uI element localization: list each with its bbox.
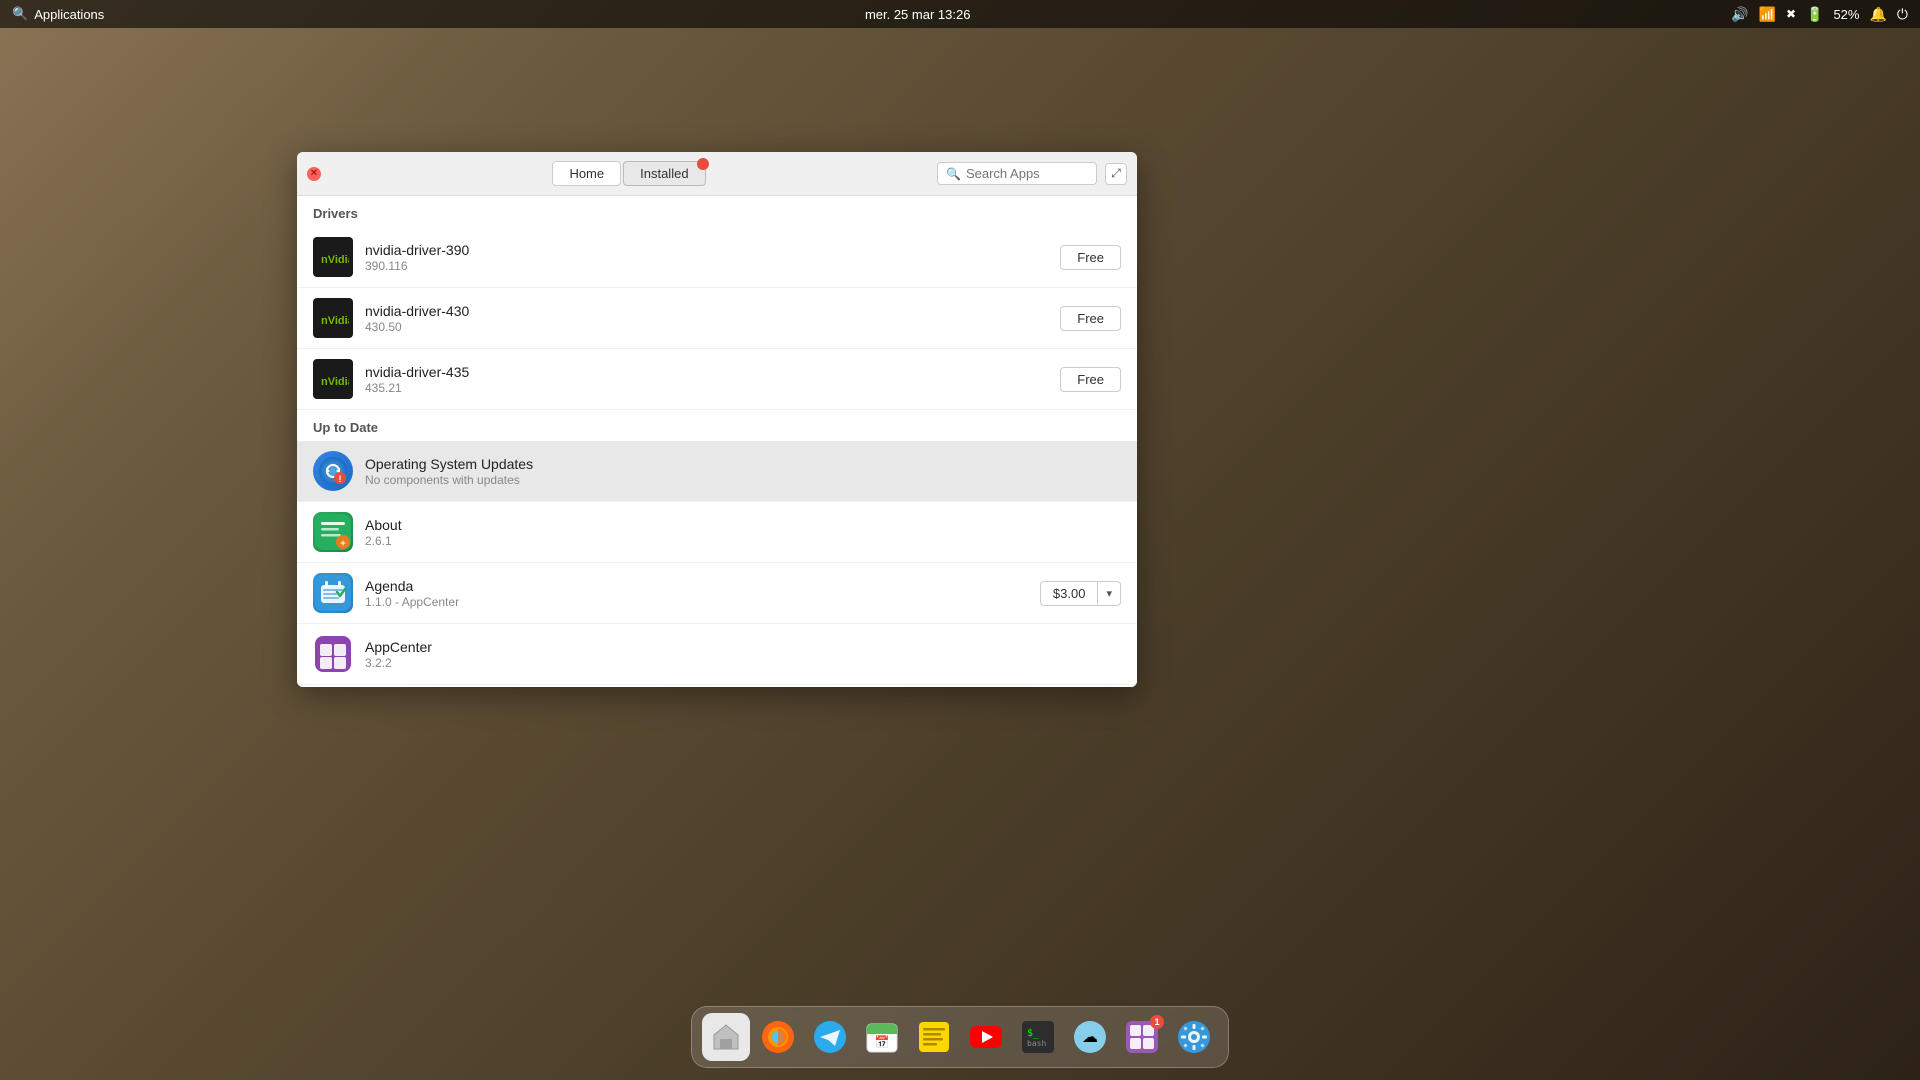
dock-item-cloud[interactable]: ☁ <box>1066 1013 1114 1061</box>
app-icon-about: + <box>313 512 353 552</box>
window-header: ✕ Home Installed 🔍 ⤢ <box>297 152 1137 196</box>
dock-item-youtube[interactable] <box>962 1013 1010 1061</box>
svg-text:☁: ☁ <box>1082 1029 1098 1046</box>
svg-text:!: ! <box>339 474 342 484</box>
app-action: Free <box>1060 245 1121 270</box>
bluetooth-icon: ✖ <box>1786 7 1796 21</box>
app-version: 2.6.1 <box>365 534 1121 548</box>
svg-text:$_: $_ <box>1027 1028 1040 1039</box>
app-icon-nvidia-435: nVidia <box>313 359 353 399</box>
list-item[interactable]: nVidia nvidia-driver-430 430.50 Free <box>297 288 1137 349</box>
topbar-left: 🔍 Applications <box>12 6 104 22</box>
free-button[interactable]: Free <box>1060 306 1121 331</box>
price-button[interactable]: $3.00 ▾ <box>1040 581 1121 606</box>
svg-text:📅: 📅 <box>875 1035 890 1049</box>
app-version: 390.116 <box>365 259 1060 273</box>
desktop: 🔍 Applications mer. 25 mar 13:26 🔊 📶 ✖ 🔋… <box>0 0 1920 1080</box>
app-info: nvidia-driver-430 430.50 <box>365 303 1060 334</box>
app-info: About 2.6.1 <box>365 517 1121 548</box>
topbar-datetime: mer. 25 mar 13:26 <box>865 7 971 22</box>
app-name: nvidia-driver-430 <box>365 303 1060 319</box>
app-action: Free <box>1060 306 1121 331</box>
app-info: AppCenter 3.2.2 <box>365 639 1121 670</box>
dock-item-notes[interactable] <box>910 1013 958 1061</box>
app-icon-os-updates: ! <box>313 451 353 491</box>
app-icon-nvidia-430: nVidia <box>313 298 353 338</box>
list-item[interactable]: ! Operating System Updates No components… <box>297 441 1137 502</box>
battery-percent: 52% <box>1833 7 1859 22</box>
notification-icon[interactable]: 🔔 <box>1869 6 1886 23</box>
wifi-icon: 📶 <box>1759 6 1776 23</box>
app-name: Operating System Updates <box>365 456 1121 472</box>
list-item[interactable]: Agenda 1.1.0 - AppCenter $3.00 ▾ <box>297 563 1137 624</box>
topbar: 🔍 Applications mer. 25 mar 13:26 🔊 📶 ✖ 🔋… <box>0 0 1920 28</box>
nav-tabs: Home Installed <box>329 161 929 186</box>
dock-item-firefox[interactable] <box>754 1013 802 1061</box>
svg-text:nVidia: nVidia <box>321 254 349 266</box>
dock: 📅 $_ bash <box>691 1006 1229 1068</box>
app-name: nvidia-driver-390 <box>365 242 1060 258</box>
app-info: nvidia-driver-435 435.21 <box>365 364 1060 395</box>
dock-item-settings[interactable] <box>1170 1013 1218 1061</box>
search-box: 🔍 <box>937 162 1097 185</box>
app-name: AppCenter <box>365 639 1121 655</box>
app-version: 430.50 <box>365 320 1060 334</box>
svg-text:bash: bash <box>1027 1039 1046 1048</box>
dock-item-calendar[interactable]: 📅 <box>858 1013 906 1061</box>
dock-item-files[interactable] <box>702 1013 750 1061</box>
app-name: nvidia-driver-435 <box>365 364 1060 380</box>
free-button[interactable]: Free <box>1060 367 1121 392</box>
app-version: 435.21 <box>365 381 1060 395</box>
app-name: About <box>365 517 1121 533</box>
app-icon-nvidia-390: nVidia <box>313 237 353 277</box>
list-item[interactable]: nVidia nvidia-driver-435 435.21 Free <box>297 349 1137 410</box>
app-name: Agenda <box>365 578 1040 594</box>
app-version: No components with updates <box>365 473 1121 487</box>
tab-home[interactable]: Home <box>552 161 621 186</box>
app-info: Agenda 1.1.0 - AppCenter <box>365 578 1040 609</box>
section-drivers: Drivers <box>297 196 1137 227</box>
power-icon[interactable]: ⏻ <box>1897 6 1908 23</box>
app-icon-appcenter <box>313 634 353 674</box>
topbar-right: 🔊 📶 ✖ 🔋 52% 🔔 ⏻ <box>1731 6 1908 23</box>
free-button[interactable]: Free <box>1060 245 1121 270</box>
svg-text:+: + <box>340 538 345 548</box>
app-version: 3.2.2 <box>365 656 1121 670</box>
appcenter-window: ✕ Home Installed 🔍 ⤢ Drivers <box>297 152 1137 687</box>
list-item[interactable]: AppCenter 3.2.2 <box>297 624 1137 685</box>
list-item[interactable]: AppEditor 1.1.0 - AppCenter <box>297 685 1137 687</box>
app-icon-agenda <box>313 573 353 613</box>
close-button[interactable]: ✕ <box>307 167 321 181</box>
volume-icon[interactable]: 🔊 <box>1731 6 1748 23</box>
app-action: Free <box>1060 367 1121 392</box>
list-item[interactable]: nVidia nvidia-driver-390 390.116 Free <box>297 227 1137 288</box>
dock-item-telegram[interactable] <box>806 1013 854 1061</box>
svg-text:nVidia: nVidia <box>321 376 349 388</box>
dock-item-terminal[interactable]: $_ bash <box>1014 1013 1062 1061</box>
dock-item-store[interactable]: 1 <box>1118 1013 1166 1061</box>
price-label: $3.00 <box>1041 582 1099 605</box>
price-arrow[interactable]: ▾ <box>1098 583 1120 604</box>
topbar-center: mer. 25 mar 13:26 <box>865 7 971 22</box>
search-icon: 🔍 <box>946 167 961 181</box>
svg-text:nVidia: nVidia <box>321 315 349 327</box>
installed-badge <box>697 158 709 170</box>
store-badge: 1 <box>1150 1015 1164 1029</box>
topbar-app-label: Applications <box>34 7 104 22</box>
battery-icon: 🔋 <box>1806 6 1823 23</box>
search-input[interactable] <box>966 166 1088 181</box>
expand-button[interactable]: ⤢ <box>1105 163 1127 185</box>
list-item[interactable]: + About 2.6.1 <box>297 502 1137 563</box>
app-info: nvidia-driver-390 390.116 <box>365 242 1060 273</box>
section-up-to-date: Up to Date <box>297 410 1137 441</box>
tab-installed[interactable]: Installed <box>623 161 705 186</box>
app-version: 1.1.0 - AppCenter <box>365 595 1040 609</box>
window-content: Drivers nVidia nvidia-driver-390 390.116… <box>297 196 1137 687</box>
search-icon: 🔍 <box>12 6 28 22</box>
app-action: $3.00 ▾ <box>1040 581 1121 606</box>
app-info: Operating System Updates No components w… <box>365 456 1121 487</box>
